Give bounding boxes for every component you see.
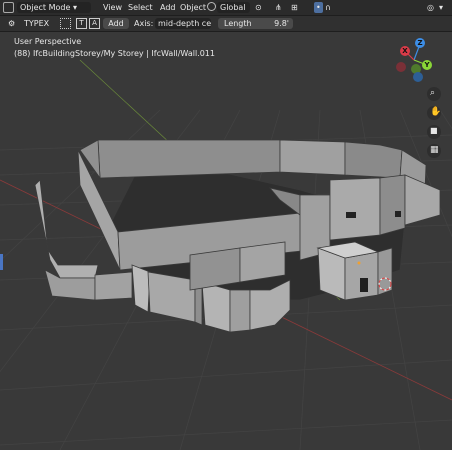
orientation-dropdown[interactable]: Global [217, 2, 250, 13]
camera-icon[interactable]: ■ [427, 125, 441, 139]
proportional-icon[interactable]: • [314, 2, 323, 13]
length-field[interactable]: Length 9.8' [218, 18, 293, 29]
axis-value: mid-depth ce... [158, 19, 211, 28]
chevron-down-icon: ▾ [70, 3, 77, 12]
orientation-label: Global [220, 3, 246, 12]
gizmo-neg-x-axis[interactable] [396, 62, 406, 72]
perspective-grid-icon[interactable]: ▦ [427, 144, 441, 158]
snap-increment-icon[interactable]: ⊞ [291, 2, 298, 13]
axis-label: Axis: [134, 19, 154, 28]
menu-select[interactable]: Select [128, 2, 153, 13]
gizmo-y-axis[interactable]: Y [422, 60, 432, 70]
header-bar: Object Mode ▾ View Select Add Object Glo… [0, 0, 452, 16]
navigation-gizmo[interactable]: Z Y X [393, 38, 437, 82]
orientation-icon [207, 2, 216, 11]
falloff-icon[interactable]: ∩ [325, 2, 331, 13]
menu-add[interactable]: Add [160, 2, 176, 13]
menu-view[interactable]: View [103, 2, 122, 13]
gizmo-neg-z-axis[interactable] [413, 72, 423, 82]
pivot-icon[interactable]: ⊙ [255, 2, 262, 13]
viewport-overlay-icon[interactable]: ◎ [427, 2, 434, 13]
mode-dropdown[interactable]: Object Mode ▾ [17, 2, 91, 13]
length-label: Length [224, 19, 252, 28]
add-label: Add [108, 19, 124, 28]
viewport-scene [0, 32, 452, 450]
search-zoom-icon[interactable]: ⌕ [427, 87, 441, 101]
viewport-gizmo-icon[interactable]: ▾ [439, 2, 443, 13]
axis-dropdown[interactable]: mid-depth ce... [155, 18, 211, 29]
object-path: (88) IfcBuildingStorey/My Storey | IfcWa… [14, 49, 215, 58]
region-toggle-handle[interactable] [0, 254, 3, 270]
snap-icon[interactable]: ⋔ [275, 2, 282, 13]
3d-viewport[interactable]: User Perspective (88) IfcBuildingStorey/… [0, 32, 452, 450]
aggregate-icon[interactable]: A [89, 18, 100, 29]
origin-point [357, 261, 361, 265]
tool-icon: ⚙ [8, 19, 16, 28]
gizmo-x-axis[interactable]: X [400, 46, 410, 56]
editor-type-icon[interactable] [3, 2, 14, 13]
length-value: 9.8' [274, 19, 289, 28]
add-button[interactable]: Add [103, 18, 129, 29]
tool-settings-bar: ⚙ TYPEX T A Add Axis: mid-depth ce... Le… [0, 16, 452, 32]
wall-type-label[interactable]: TYPEX [24, 18, 49, 29]
type-filter-icon[interactable]: T [76, 18, 87, 29]
mode-label: Object Mode [20, 3, 71, 12]
view-name: User Perspective [14, 37, 82, 46]
grid-icon[interactable] [60, 18, 71, 29]
menu-object[interactable]: Object [180, 2, 206, 13]
hand-pan-icon[interactable]: ✋ [427, 106, 441, 120]
gizmo-z-axis[interactable]: Z [415, 38, 425, 48]
